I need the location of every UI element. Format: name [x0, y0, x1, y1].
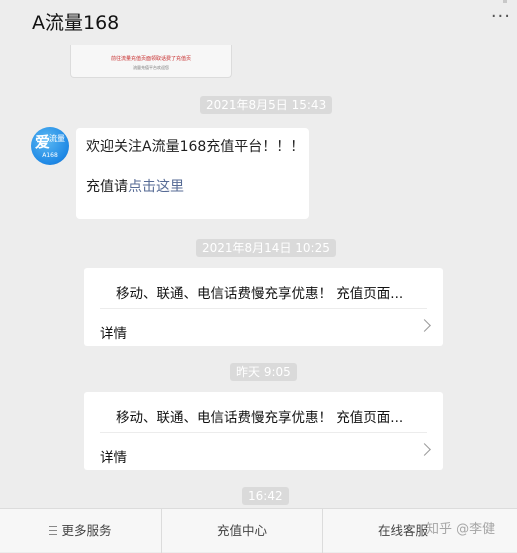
preview-text: 前往流量充值页面领取话费了充值页: [110, 56, 191, 62]
card-divider: [100, 432, 427, 433]
menu-label: 充值中心: [216, 523, 267, 538]
message-bubble: 欢迎关注A流量168充值平台！！！ 充值请点击这里: [76, 128, 309, 219]
timestamp: 昨天 9:05: [230, 363, 297, 381]
card-headline: 移动、联通、电信话费慢充享优惠！ 充值页面...: [116, 410, 404, 426]
image-message-preview[interactable]: 前往流量充值页面领取话费了充值页 流量充值平台欢迎您: [70, 45, 232, 78]
chat-title: A流量168: [32, 12, 120, 34]
timestamp: 16:42: [242, 487, 289, 505]
card-detail-label[interactable]: 详情: [100, 322, 127, 342]
avatar[interactable]: 爱 流量 A168: [31, 127, 69, 165]
message-line: 欢迎关注A流量168充值平台！！！: [86, 139, 305, 155]
message-line: 充值请点击这里: [86, 176, 184, 196]
watermark: 知乎 @李健: [426, 522, 496, 537]
card-detail-label[interactable]: 详情: [100, 446, 127, 466]
menu-label: 在线客服: [378, 523, 429, 538]
click-here-link[interactable]: 点击这里: [128, 179, 184, 195]
message-text: 充值请: [86, 179, 128, 195]
preview-subtext: 流量充值平台欢迎您: [133, 65, 169, 70]
chevron-right-icon[interactable]: [418, 443, 431, 456]
chevron-right-icon[interactable]: [418, 319, 431, 332]
header-mark: [503, 0, 507, 3]
card-divider: [100, 308, 427, 309]
avatar-side: 流量: [49, 134, 65, 143]
more-icon[interactable]: ···: [491, 6, 511, 27]
timestamp: 2021年8月14日 10:25: [196, 239, 336, 257]
timestamp: 2021年8月5日 15:43: [200, 96, 333, 114]
avatar-glyph: 爱: [35, 133, 51, 151]
promo-card[interactable]: 移动、联通、电信话费慢充享优惠！ 充值页面... 详情: [84, 392, 443, 470]
menu-icon: [49, 526, 58, 535]
avatar-bottom: A168: [42, 152, 58, 159]
menu-more-services[interactable]: 更多服务: [0, 509, 161, 553]
chat-header: A流量168 ···: [0, 0, 517, 44]
promo-card[interactable]: 移动、联通、电信话费慢充享优惠！ 充值页面... 详情: [84, 268, 443, 346]
card-headline: 移动、联通、电信话费慢充享优惠！ 充值页面...: [116, 286, 404, 302]
menu-label: 更多服务: [61, 523, 112, 538]
menu-recharge-center[interactable]: 充值中心: [162, 509, 322, 553]
